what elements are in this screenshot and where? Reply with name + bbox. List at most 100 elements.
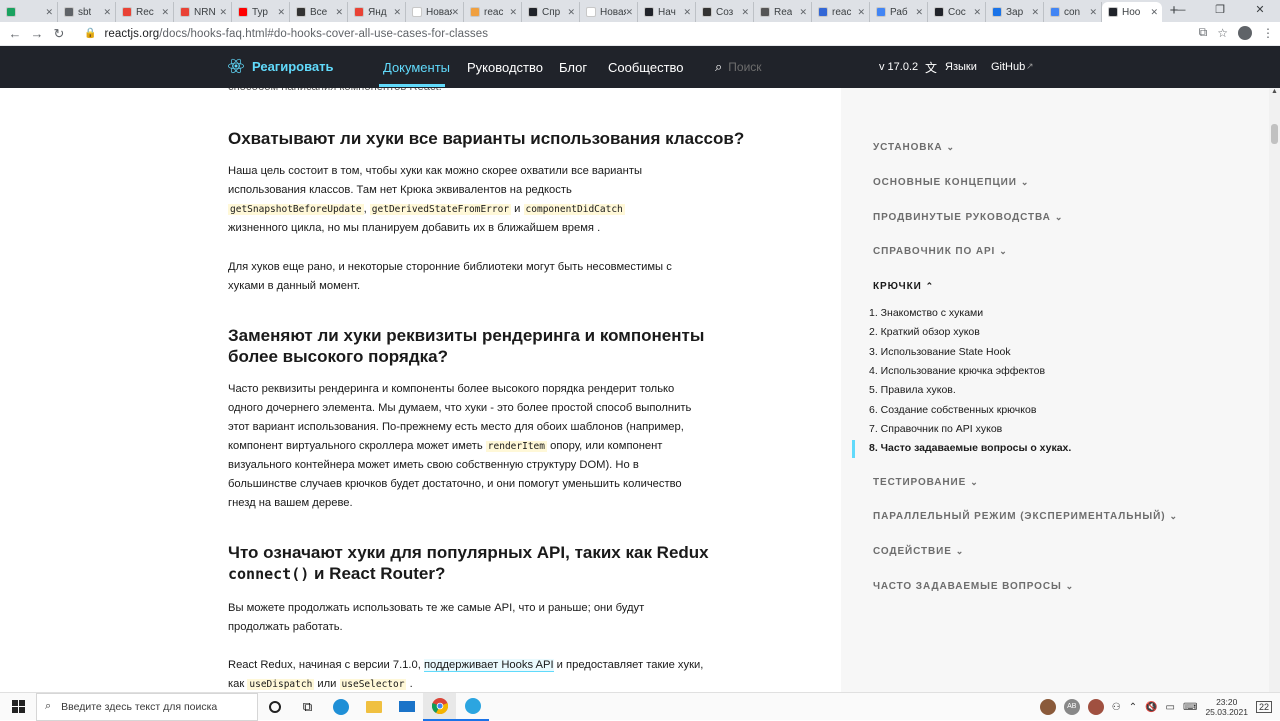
people-icon[interactable]: ⚇	[1112, 702, 1121, 713]
browser-tab[interactable]: ✕	[0, 2, 58, 22]
restore-button[interactable]: ❐	[1200, 0, 1240, 22]
sidebar-section-main-concepts[interactable]: ОСНОВНЫЕ КОНЦЕПЦИИ ⌄	[873, 177, 1029, 188]
windows-start-button[interactable]	[0, 693, 36, 721]
tab-close-icon[interactable]: ✕	[857, 7, 865, 18]
browser-tab[interactable]: Сос ✕	[928, 2, 986, 22]
menu-kebab-icon[interactable]: ⋮	[1262, 26, 1274, 40]
taskbar-search[interactable]: ⌕ Введите здесь текст для поиска	[36, 692, 258, 721]
sidebar-section-faq[interactable]: ЧАСТО ЗАДАВАЕМЫЕ ВОПРОСЫ ⌄	[873, 581, 1074, 592]
browser-tab[interactable]: NRN ✕	[174, 2, 232, 22]
system-clock[interactable]: 23:20 25.03.2021	[1205, 697, 1248, 717]
network-icon[interactable]: ▭	[1166, 702, 1175, 713]
version-link[interactable]: v 17.0.2	[879, 61, 918, 73]
browser-tab[interactable]: Rec ✕	[116, 2, 174, 22]
telegram-icon[interactable]	[456, 693, 489, 721]
edge-icon[interactable]	[324, 693, 357, 721]
sidebar-section-installation[interactable]: УСТАНОВКА ⌄	[873, 142, 955, 153]
sidebar-item-effect-hook[interactable]: 4. Использование крючка эффектов	[869, 365, 1045, 377]
sidebar-section-hooks[interactable]: КРЮЧКИ ⌃	[873, 281, 934, 292]
tab-close-icon[interactable]: ✕	[45, 7, 53, 18]
tab-close-icon[interactable]: ✕	[799, 7, 807, 18]
site-logo[interactable]: Реагировать	[228, 58, 334, 74]
tab-close-icon[interactable]: ✕	[335, 7, 343, 18]
tab-close-icon[interactable]: ✕	[393, 7, 401, 18]
forward-button[interactable]: →	[26, 26, 48, 41]
sidebar-item-hooks-overview[interactable]: 2. Краткий обзор хуков	[869, 326, 980, 338]
browser-tab[interactable]: Новая✕	[580, 2, 638, 22]
sidebar-item-hooks-api[interactable]: 7. Справочник по API хуков	[869, 423, 1002, 435]
nav-docs[interactable]: Документы	[383, 60, 450, 75]
browser-tab[interactable]: Rea ✕	[754, 2, 812, 22]
keyboard-language-icon[interactable]: ⌨	[1183, 702, 1197, 713]
lock-icon[interactable]: 🔒	[84, 28, 96, 39]
tab-close-icon[interactable]: ✕	[1031, 7, 1039, 18]
browser-tab[interactable]: Раб ✕	[870, 2, 928, 22]
page-scrollbar[interactable]: ▲	[1269, 88, 1280, 692]
profile-avatar[interactable]	[1238, 25, 1252, 40]
browser-tab[interactable]: reac ✕	[464, 2, 522, 22]
sidebar-item-state-hook[interactable]: 3. Использование State Hook	[869, 346, 1011, 358]
url-field[interactable]: reactjs.org/docs/hooks-faq.html#do-hooks…	[104, 28, 488, 40]
tab-close-icon[interactable]: ✕	[915, 7, 923, 18]
sidebar-item-hooks-rules[interactable]: 5. Правила хуков.	[869, 384, 956, 396]
link-hooks-api[interactable]: поддерживает Hooks API	[423, 659, 554, 672]
site-search[interactable]: ⌕ Поиск	[715, 59, 762, 75]
reload-button[interactable]: ↻	[48, 26, 70, 42]
scrollbar-thumb[interactable]	[1271, 124, 1278, 144]
browser-tab[interactable]: Hoo ✕	[1102, 2, 1162, 22]
sidebar-item-custom-hooks[interactable]: 6. Создание собственных крючков	[869, 404, 1036, 416]
back-button[interactable]: ←	[4, 26, 26, 41]
github-link[interactable]: GitHub	[991, 61, 1025, 73]
browser-tab[interactable]: reac ✕	[812, 2, 870, 22]
browser-tab[interactable]: Янд ✕	[348, 2, 406, 22]
browser-tab[interactable]: Новая✕	[406, 2, 464, 22]
volume-muted-icon[interactable]: 🔇	[1145, 702, 1157, 713]
task-view-icon[interactable]: ⧉	[291, 693, 324, 721]
tab-close-icon[interactable]: ✕	[741, 7, 749, 18]
tab-close-icon[interactable]: ✕	[683, 7, 691, 18]
sidebar-item-hooks-faq[interactable]: 8. Часто задаваемые вопросы о хуках.	[869, 442, 1071, 454]
tray-app-icon[interactable]	[1039, 699, 1056, 715]
nav-community[interactable]: Сообщество	[608, 60, 684, 75]
cortana-icon[interactable]	[258, 693, 291, 721]
tray-badge[interactable]: AB	[1063, 699, 1080, 715]
tab-close-icon[interactable]: ✕	[625, 7, 633, 18]
mail-icon[interactable]	[390, 693, 423, 721]
tab-close-icon[interactable]: ✕	[277, 7, 285, 18]
browser-tab[interactable]: Все ✕	[290, 2, 348, 22]
browser-tab[interactable]: sbt ✕	[58, 2, 116, 22]
chevron-up-icon[interactable]: ⌃	[1129, 702, 1137, 713]
tab-close-icon[interactable]: ✕	[219, 7, 227, 18]
browser-tab[interactable]: Тур ✕	[232, 2, 290, 22]
tray-user-icon[interactable]	[1087, 699, 1104, 715]
translate-icon[interactable]: ⧉	[1199, 25, 1208, 40]
sidebar-section-concurrent-mode[interactable]: ПАРАЛЛЕЛЬНЫЙ РЕЖИМ (ЭКСПЕРИМЕНТАЛЬНЫЙ) ⌄	[873, 511, 1178, 522]
browser-tab[interactable]: Нач ✕	[638, 2, 696, 22]
browser-tab[interactable]: Спр ✕	[522, 2, 580, 22]
browser-tab[interactable]: Соз ✕	[696, 2, 754, 22]
sidebar-section-testing[interactable]: ТЕСТИРОВАНИЕ ⌄	[873, 477, 979, 488]
sidebar-item-intro-hooks[interactable]: 1. Знакомство с хуками	[869, 307, 983, 319]
tab-close-icon[interactable]: ✕	[103, 7, 111, 18]
tab-close-icon[interactable]: ✕	[1089, 7, 1097, 18]
close-window-button[interactable]: ✕	[1240, 0, 1280, 22]
sidebar-section-advanced-guides[interactable]: ПРОДВИНУТЫЕ РУКОВОДСТВА ⌄	[873, 212, 1063, 223]
tab-close-icon[interactable]: ✕	[567, 7, 575, 18]
languages-link[interactable]: Языки	[945, 61, 977, 73]
tab-close-icon[interactable]: ✕	[451, 7, 459, 18]
tab-close-icon[interactable]: ✕	[161, 7, 169, 18]
tab-close-icon[interactable]: ✕	[509, 7, 517, 18]
tab-close-icon[interactable]: ✕	[973, 7, 981, 18]
tab-close-icon[interactable]: ✕	[1150, 7, 1158, 18]
bookmark-star-icon[interactable]: ☆	[1217, 26, 1228, 40]
sidebar-section-api-reference[interactable]: СПРАВОЧНИК ПО API ⌄	[873, 246, 1008, 257]
nav-blog[interactable]: Блог	[559, 60, 587, 75]
sidebar-section-contributing[interactable]: СОДЕЙСТВИЕ ⌄	[873, 546, 964, 557]
notifications-icon[interactable]: 22	[1255, 701, 1272, 713]
minimize-button[interactable]: —	[1160, 0, 1200, 22]
browser-tab[interactable]: con ✕	[1044, 2, 1102, 22]
chrome-icon[interactable]	[423, 692, 456, 721]
nav-tutorial[interactable]: Руководство	[467, 60, 543, 75]
file-explorer-icon[interactable]	[357, 693, 390, 721]
browser-tab[interactable]: Зар ✕	[986, 2, 1044, 22]
